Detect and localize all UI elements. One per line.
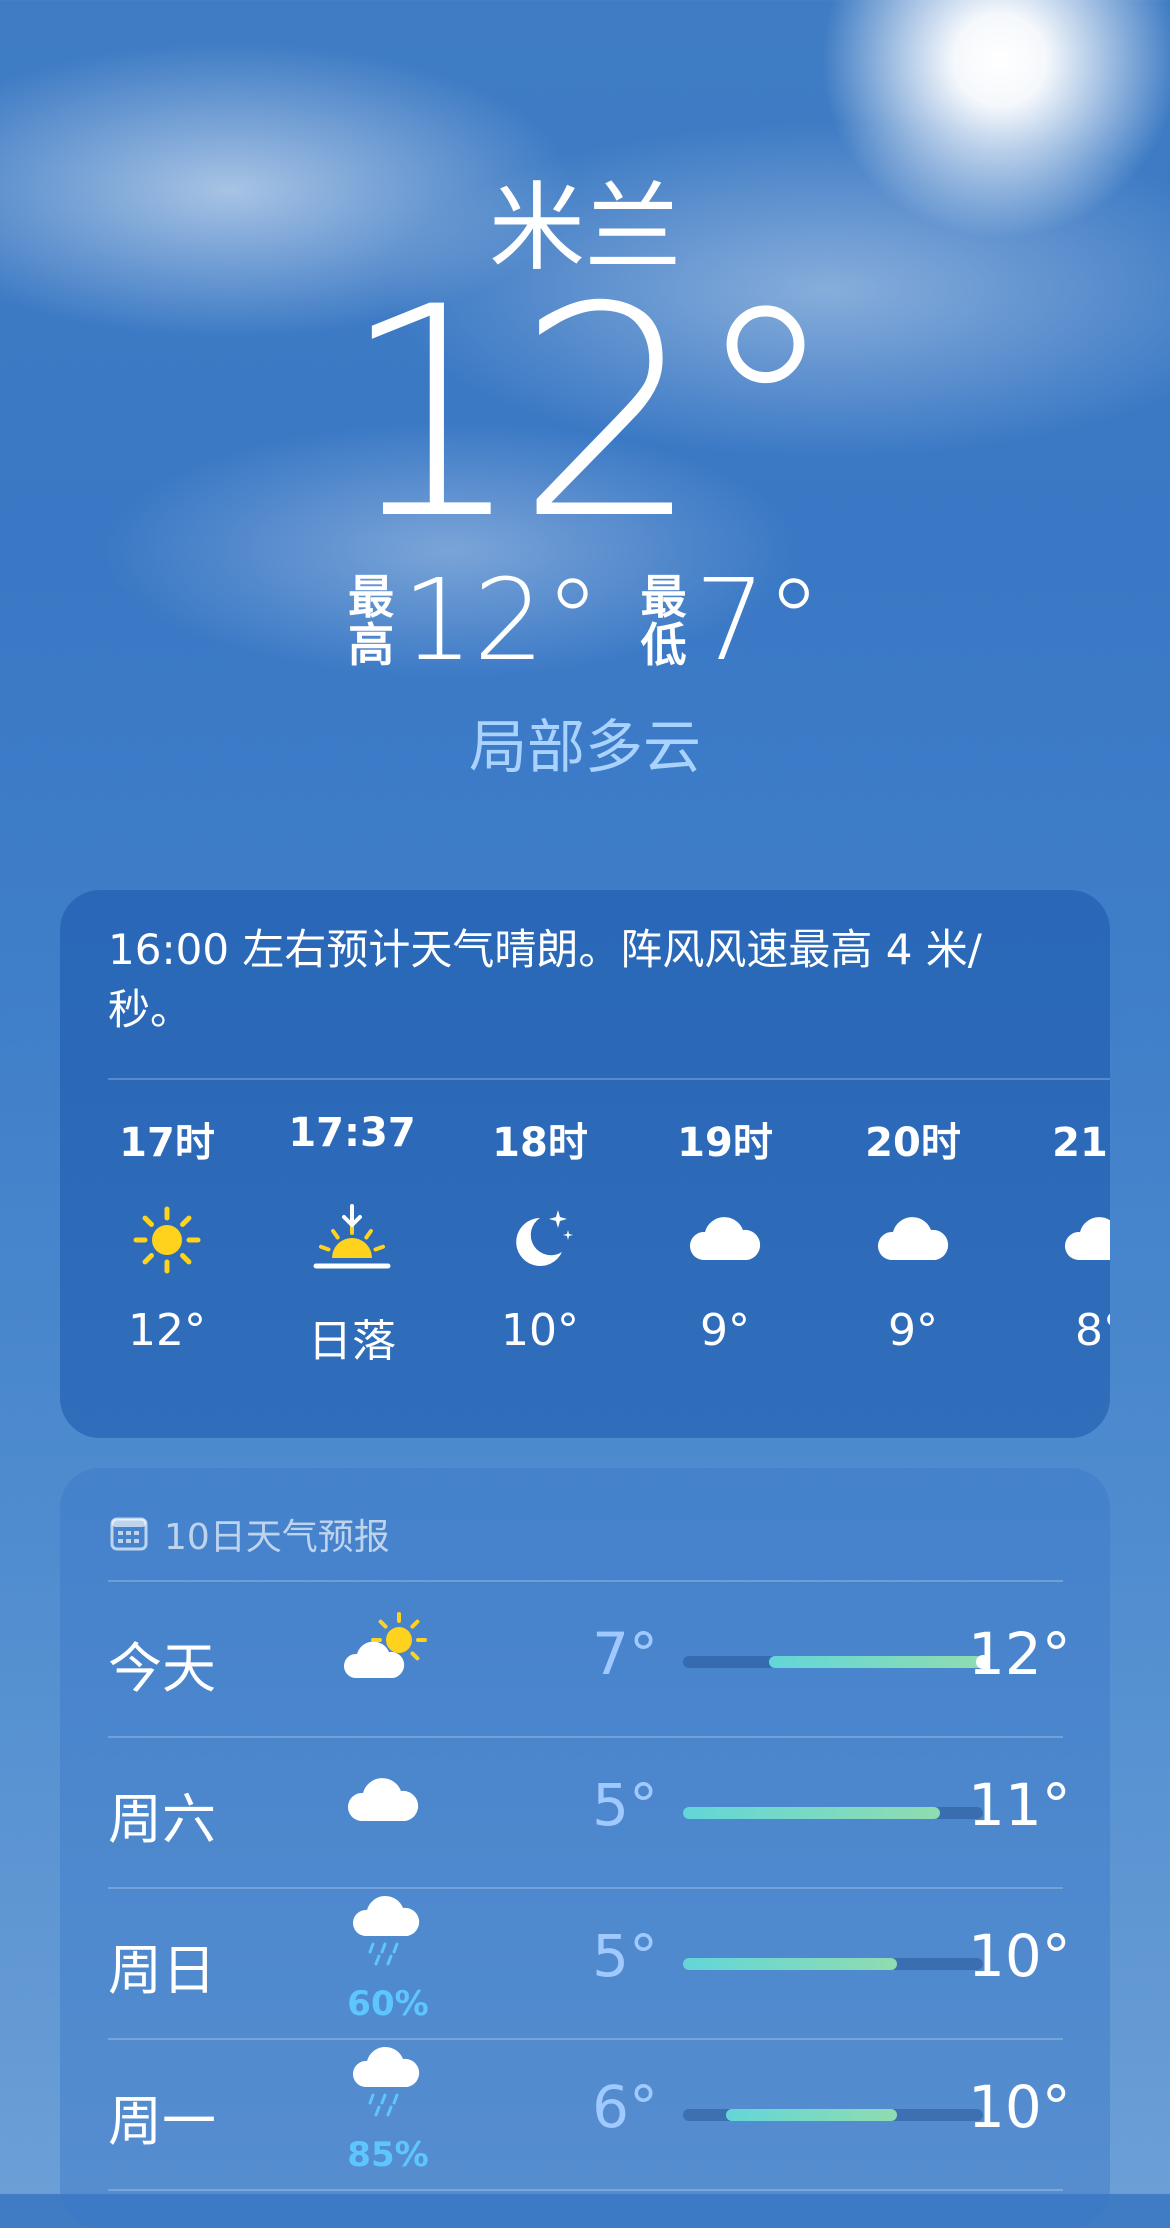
temperature-range-fill (683, 1807, 941, 1819)
divider (108, 1580, 1063, 1582)
temperature-range-fill (725, 2109, 898, 2121)
hour-temperature: 9° (700, 1305, 750, 1356)
hour-time: 18时 (492, 1120, 588, 1166)
low-temperature: 7° (592, 1620, 658, 1688)
high-temperature: 11° (968, 1771, 1071, 1839)
divider (108, 2189, 1063, 2191)
temperature-range-fill (768, 1656, 983, 1668)
cloud-icon (343, 1761, 433, 1841)
sunset-icon (312, 1200, 392, 1280)
hour-time: 21时 (1052, 1120, 1110, 1166)
daily-row[interactable]: 周六 5° 11° (108, 1737, 1071, 1887)
precipitation-chance: 60% (347, 1984, 429, 2024)
rain-icon (343, 1892, 433, 1972)
high-value: 12° (402, 556, 601, 686)
current-temperature: 12° (339, 246, 838, 583)
day-label: 今天 (108, 1637, 216, 1700)
hour-time: 17时 (119, 1120, 215, 1166)
temperature-range-bar (683, 1807, 983, 1819)
temperature-range-bar (683, 2109, 983, 2121)
temperature-range-fill (683, 1958, 898, 1970)
low-label-text: 最低 (640, 570, 687, 672)
hour-temperature: 10° (501, 1305, 579, 1356)
hour-time: 17:37 (288, 1110, 416, 1156)
high-temperature: 12° (968, 1620, 1071, 1688)
low-value: 7° (694, 556, 822, 686)
high-label-text: 最高 (348, 570, 395, 672)
high-label: 最高 (348, 573, 394, 669)
low-temperature: 5° (592, 1771, 658, 1839)
hour-temperature: 8° (1075, 1305, 1110, 1356)
condition-text: 局部多云 (468, 713, 701, 781)
precipitation-chance: 85% (347, 2135, 429, 2175)
daily-forecast-card[interactable]: 10日天气预报 今天 7° 12° 周六 5° 11° 周日 60% 5° 10° 周一 85% 6° 1… (60, 1468, 1110, 2228)
hour-time: 20时 (865, 1120, 961, 1166)
temperature-range-bar (683, 1655, 990, 1669)
daily-forecast-header: 10日天气预报 (110, 1508, 390, 1560)
cloud-icon (873, 1200, 953, 1280)
divider (108, 1078, 1110, 1080)
day-label: 周一 (108, 2090, 216, 2153)
forecast-summary: 16:00 左右预计天气晴朗。阵风风速最高 4 米/秒。 (108, 925, 982, 1034)
rain-icon (343, 2043, 433, 2123)
hour-temperature: 9° (888, 1305, 938, 1356)
low-temperature: 5° (592, 1922, 658, 1990)
day-label: 周六 (108, 1788, 216, 1851)
day-label: 周日 (108, 1939, 216, 2002)
hourly-forecast-card[interactable]: 16:00 左右预计天气晴朗。阵风风速最高 4 米/秒。 17时 12° 17:37… (60, 890, 1110, 1438)
hour-temperature: 日落 (308, 1316, 396, 1367)
daily-row[interactable]: 周日 60% 5° 10° (108, 1888, 1071, 2038)
high-low: 最高 12° 最低 7° (0, 565, 1170, 677)
sun-icon (127, 1200, 207, 1280)
daily-forecast-title: 10日天气预报 (164, 1517, 390, 1558)
hour-temperature: 12° (128, 1305, 206, 1356)
daily-row[interactable]: 周一 85% 6° 10° (108, 2039, 1071, 2189)
high-temperature: 10° (968, 1922, 1071, 1990)
low-label: 最低 (641, 573, 687, 669)
cloud-icon (1060, 1200, 1110, 1280)
temperature-range-bar (683, 1958, 983, 1970)
high-temperature: 10° (968, 2073, 1071, 2141)
low-temperature: 6° (592, 2073, 658, 2141)
hour-time: 19时 (677, 1120, 773, 1166)
cloud-icon (685, 1200, 765, 1280)
low-temperature: 最低 7° (641, 565, 822, 677)
calendar-icon (110, 1517, 148, 1551)
moon-stars-icon (500, 1200, 580, 1280)
partly-sunny-icon (343, 1610, 433, 1690)
daily-row[interactable]: 今天 7° 12° (108, 1586, 1071, 1736)
hourly-list[interactable]: 17时 12° 17:37 日落 18时 10° 19时 9° 20时 9° 21时 8° (60, 1110, 1110, 1420)
high-temperature: 最高 12° (348, 565, 601, 677)
